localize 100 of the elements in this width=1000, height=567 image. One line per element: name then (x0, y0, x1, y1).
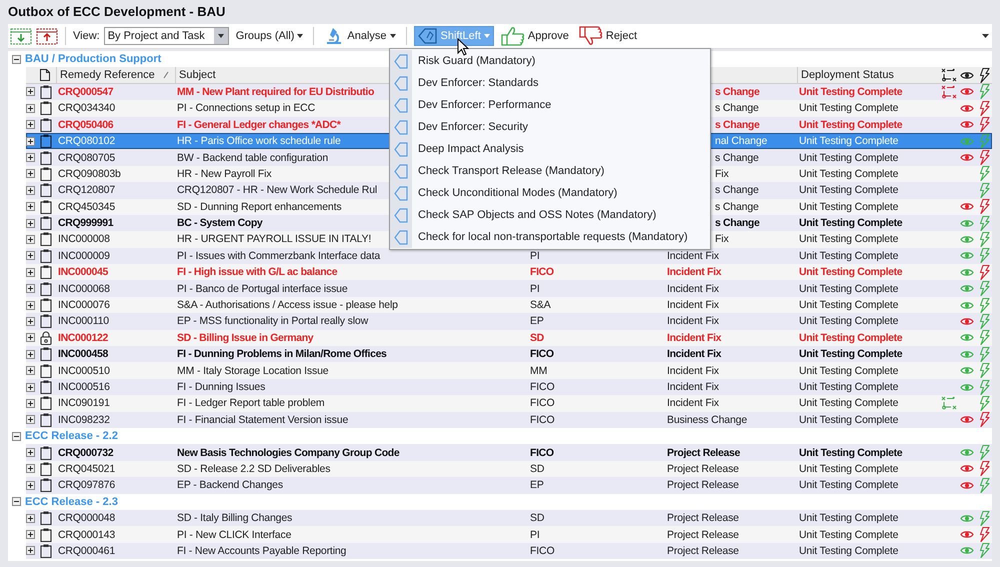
table-cell: CRQ097876 (58, 479, 116, 492)
table-cell: Unit Testing Complete (799, 348, 902, 360)
table-cell: Unit Testing Complete (799, 102, 898, 114)
table-cell: Unit Testing Complete (799, 200, 898, 213)
table-cell: HR - Paris Office work schedule rule (177, 135, 341, 148)
table-cell: Incident Fix (667, 282, 719, 295)
table-cell: s Change (715, 152, 759, 164)
table-cell: BW - Backend table configuration (177, 152, 328, 164)
table-cell: PI (530, 528, 540, 541)
table-cell: Unit Testing Complete (799, 86, 902, 98)
table-cell: PI (530, 250, 540, 262)
table-cell: S&A (530, 299, 551, 312)
table-cell: PI (530, 282, 540, 295)
table-cell: INC000045 (58, 266, 108, 278)
table-cell: EP (530, 315, 544, 328)
table-cell: CRQ080705 (58, 152, 116, 164)
table-cell: HR - URGENT PAYROLL ISSUE IN ITALY! (177, 233, 372, 246)
table-cell: Unit Testing Complete (799, 168, 898, 180)
table-cell: FI - Financial Statement Version issue (177, 414, 348, 426)
table-cell: Unit Testing Complete (799, 250, 898, 262)
table-cell: nal Change (715, 135, 768, 148)
table-cell: Unit Testing Complete (799, 118, 902, 131)
table-cell: FI - Dunning Problems in Milan/Rome Offices (177, 348, 387, 360)
table-cell: PI - Connections setup in ECC (177, 102, 316, 114)
group-title: ECC Release - 2.2 (25, 430, 118, 442)
table-cell: SD - Release 2.2 SD Deliverables (177, 462, 330, 475)
table-cell: Fix (715, 233, 729, 246)
table-cell: s Change (715, 200, 759, 213)
table-cell: EP - Backend Changes (177, 479, 283, 492)
table-cell: Unit Testing Complete (799, 299, 898, 312)
table-cell: EP (530, 479, 544, 492)
table-cell: Incident Fix (667, 250, 719, 262)
table-cell: SD (530, 512, 544, 524)
table-cell: Fix (715, 168, 729, 180)
table-cell: SD (530, 332, 544, 344)
table-cell: Incident Fix (667, 299, 719, 312)
group-title: BAU / Production Support (25, 53, 162, 66)
table-cell: Incident Fix (667, 381, 719, 393)
table-cell: CRQ120807 - HR - New Work Schedule Rul (177, 184, 378, 196)
table-cell: Unit Testing Complete (799, 184, 898, 196)
table-cell: Unit Testing Complete (799, 397, 898, 410)
table-cell: s Change (715, 217, 760, 230)
table-cell: FICO (530, 397, 554, 410)
table-cell: SD - Dunning Report enhancements (177, 200, 342, 213)
table-cell: Unit Testing Complete (799, 152, 898, 164)
table-cell: Unit Testing Complete (799, 544, 898, 557)
table-cell: Unit Testing Complete (799, 332, 902, 344)
table-cell: EP - MSS functionality in Portal really slow (177, 315, 368, 328)
table-cell: PI - New CLICK Interface (177, 528, 292, 541)
table-cell: Project Release (667, 446, 740, 459)
table-cell: Project Release (667, 528, 739, 541)
table-cell: Incident Fix (667, 348, 722, 360)
table-cell: Unit Testing Complete (799, 315, 898, 328)
table-cell: Incident Fix (667, 315, 719, 328)
table-cell: MM - New Plant required for EU Distributio (177, 86, 374, 98)
table-cell: Unit Testing Complete (799, 364, 898, 377)
table-cell: SD (530, 462, 544, 475)
table-cell: PI - Issues with Commerzbank Interface data (177, 250, 380, 262)
table-cell: INC098232 (58, 414, 110, 426)
table-cell: CRQ045021 (58, 462, 116, 475)
table-cell: CRQ120807 (58, 184, 116, 196)
table-cell: Unit Testing Complete (799, 381, 898, 393)
table-cell: INC000009 (58, 250, 110, 262)
table-cell: Unit Testing Complete (799, 446, 902, 459)
table-cell: INC000122 (58, 332, 108, 344)
table-cell: CRQ450345 (58, 200, 116, 213)
table-cell: FI - Dunning Issues (177, 381, 266, 393)
table-cell: Unit Testing Complete (799, 135, 898, 148)
table-cell: MM - Italy Storage Location Issue (177, 364, 328, 377)
table-cell: CRQ090803b (58, 168, 121, 180)
view-label: View: (73, 30, 100, 42)
table-cell: CRQ000048 (58, 512, 116, 524)
table-cell: FICO (530, 348, 554, 360)
table-cell: CRQ000732 (58, 446, 114, 459)
table-cell: HR - New Payroll Fix (177, 168, 272, 180)
table-cell: MM (530, 364, 548, 377)
table-cell: SD - Billing Issue in Germany (177, 332, 314, 344)
table-cell: INC000510 (58, 364, 110, 377)
table-cell: Project Release (667, 479, 739, 492)
table-cell: Incident Fix (667, 266, 722, 278)
table-cell: FICO (530, 446, 554, 459)
table-cell: Unit Testing Complete (799, 217, 902, 230)
table-cell: Incident Fix (667, 332, 722, 344)
group-title: ECC Release - 2.3 (25, 496, 118, 508)
table-cell: s Change (715, 102, 759, 114)
table-cell: s Change (715, 86, 760, 98)
table-cell: CRQ034340 (58, 102, 116, 114)
table-cell: FICO (530, 381, 554, 393)
table-cell: CRQ000143 (58, 528, 116, 541)
table-cell: s Change (715, 184, 759, 196)
table-cell: Unit Testing Complete (799, 266, 902, 278)
table-cell: INC090191 (58, 397, 110, 410)
table-cell: CRQ000461 (58, 544, 116, 557)
table-cell: CRQ080102 (58, 135, 116, 148)
table-cell: Project Release (667, 544, 739, 557)
table-cell: SD - Italy Billing Changes (177, 512, 292, 524)
table-cell: Incident Fix (667, 364, 719, 377)
table-cell: INC000008 (58, 233, 110, 246)
table-cell: Unit Testing Complete (799, 528, 898, 541)
table-cell: CRQ000547 (58, 86, 114, 98)
